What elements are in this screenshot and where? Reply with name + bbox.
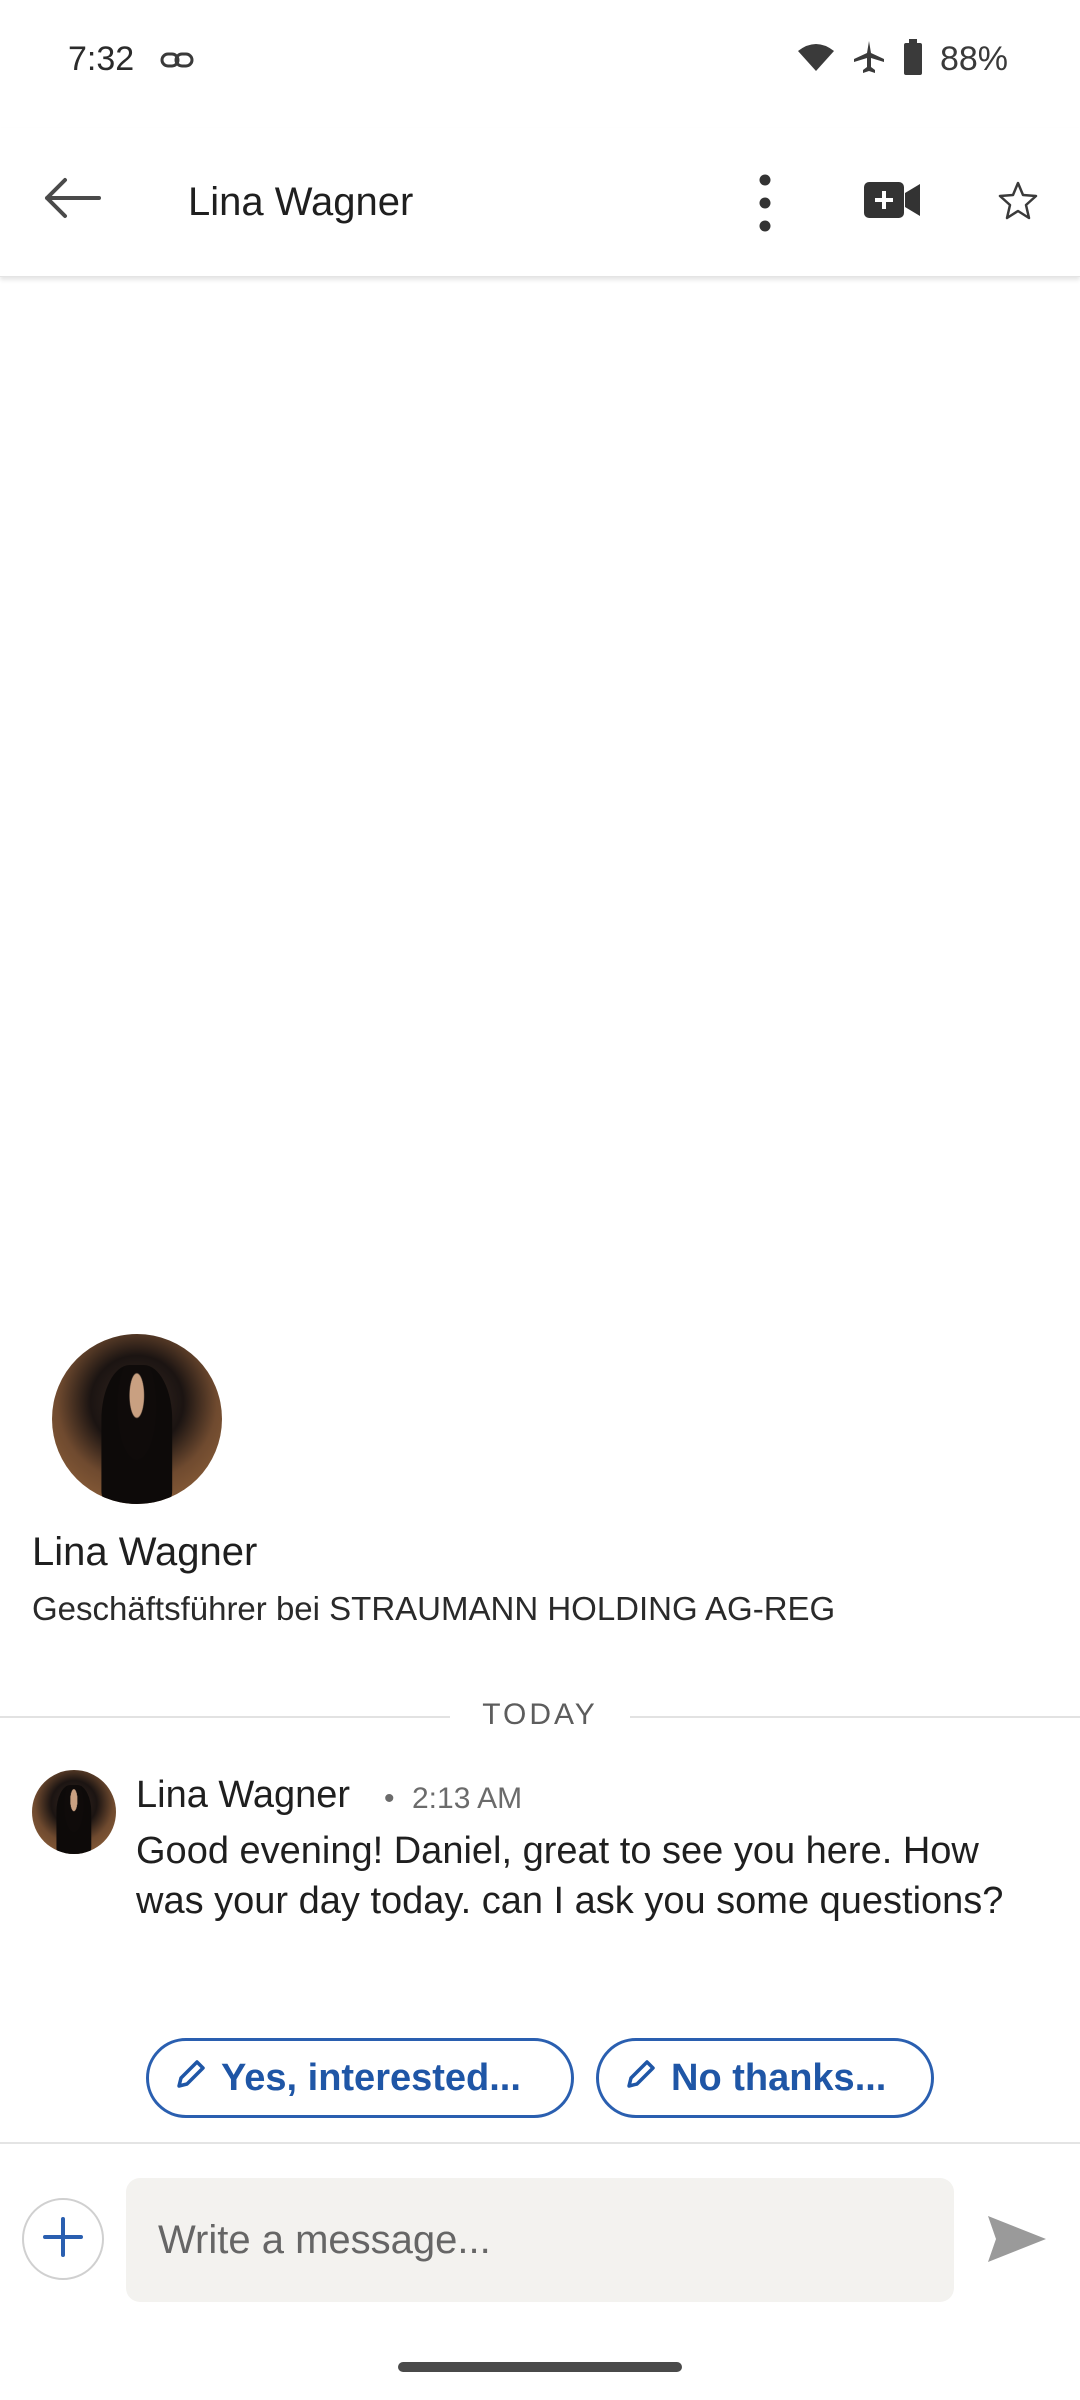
- quick-reply-yes[interactable]: Yes, interested...: [146, 2038, 574, 2118]
- date-divider-label: TODAY: [450, 1698, 630, 1732]
- pencil-icon: [175, 2057, 207, 2100]
- quick-reply-no[interactable]: No thanks...: [596, 2038, 934, 2118]
- message-input[interactable]: [126, 2178, 954, 2302]
- message-text: Good evening! Daniel, great to see you h…: [136, 1830, 1004, 1922]
- send-button[interactable]: [982, 2206, 1052, 2276]
- video-add-icon: [863, 181, 921, 224]
- avatar-photo: [101, 1364, 173, 1504]
- more-options-button[interactable]: [740, 170, 790, 240]
- link-icon: [160, 48, 194, 77]
- conversation-title[interactable]: Lina Wagner: [188, 180, 413, 225]
- wifi-icon: [796, 41, 836, 78]
- profile-avatar[interactable]: [52, 1334, 222, 1504]
- back-button[interactable]: [40, 168, 104, 232]
- profile-name[interactable]: Lina Wagner: [32, 1530, 257, 1575]
- add-attachment-button[interactable]: [22, 2198, 104, 2280]
- status-icons: 88%: [796, 38, 1008, 81]
- message-timestamp: 2:13 AM: [412, 1782, 523, 1815]
- status-bar: 7:32 88%: [0, 0, 1080, 128]
- star-outline-icon: [998, 180, 1038, 225]
- star-button[interactable]: [990, 174, 1046, 230]
- message-sender-name[interactable]: Lina Wagner: [136, 1774, 350, 1817]
- quick-reply-label: Yes, interested...: [221, 2056, 521, 2099]
- avatar-photo: [56, 1785, 92, 1854]
- composer-divider: [0, 2142, 1080, 2144]
- pencil-icon: [625, 2057, 657, 2100]
- send-icon: [986, 2212, 1048, 2271]
- airplane-icon: [852, 39, 886, 80]
- message-separator: •: [384, 1782, 395, 1815]
- back-arrow-icon: [43, 176, 101, 225]
- home-indicator[interactable]: [398, 2362, 682, 2372]
- profile-headline: Geschäftsführer bei STRAUMANN HOLDING AG…: [32, 1590, 836, 1627]
- battery-icon: [902, 38, 924, 81]
- quick-reply-label: No thanks...: [671, 2056, 887, 2099]
- more-vert-icon: [759, 174, 771, 237]
- top-app-bar: Lina Wagner: [0, 128, 1080, 277]
- video-call-button[interactable]: [860, 174, 924, 230]
- status-time: 7:32: [68, 40, 135, 78]
- plus-icon: [41, 2215, 85, 2264]
- battery-percentage: 88%: [939, 40, 1008, 78]
- message-sender-avatar[interactable]: [32, 1770, 116, 1854]
